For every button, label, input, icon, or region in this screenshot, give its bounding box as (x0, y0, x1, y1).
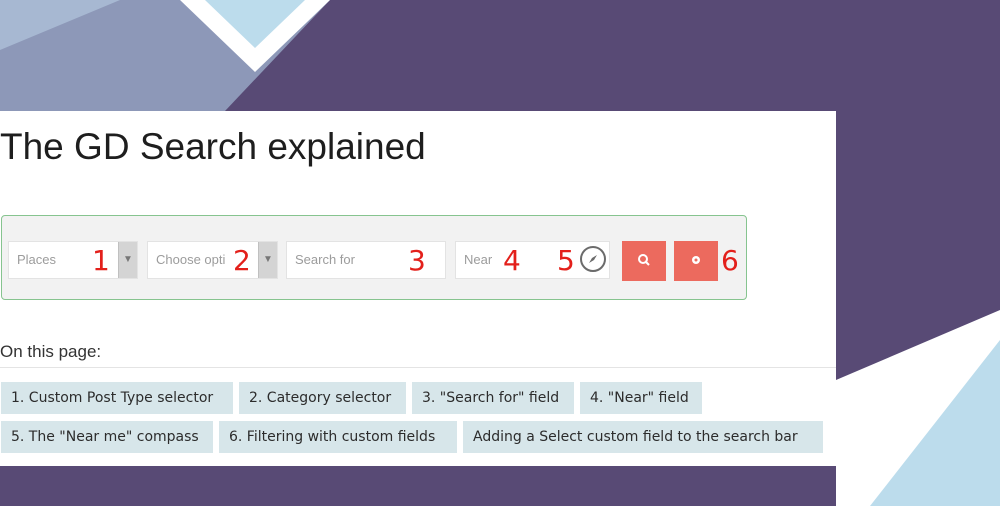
toc-link-custom-fields[interactable]: 6. Filtering with custom fields (219, 421, 457, 453)
category-value: Choose opti (156, 252, 226, 267)
toc-link-search-for[interactable]: 3. "Search for" field (412, 382, 574, 414)
toc-link-category[interactable]: 2. Category selector (239, 382, 406, 414)
annotation-6: 6 (721, 244, 739, 277)
toc-link-post-type[interactable]: 1. Custom Post Type selector (1, 382, 233, 414)
annotation-3: 3 (408, 244, 426, 277)
post-type-select[interactable]: Places ▼ (8, 241, 138, 279)
chevron-down-icon: ▼ (258, 242, 277, 278)
page-title: The GD Search explained (0, 126, 426, 167)
search-icon (638, 254, 650, 266)
annotation-5: 5 (557, 244, 575, 277)
near-placeholder: Near (464, 252, 493, 267)
search-for-placeholder: Search for (295, 252, 355, 267)
annotation-4: 4 (503, 244, 521, 277)
toc-link-select-field[interactable]: Adding a Select custom field to the sear… (463, 421, 823, 453)
category-select[interactable]: Choose opti ▼ (147, 241, 278, 279)
filter-button[interactable] (674, 241, 718, 281)
chevron-down-icon: ▼ (118, 242, 137, 278)
post-type-value: Places (17, 252, 57, 267)
on-this-page-heading: On this page: (0, 342, 102, 361)
annotation-2: 2 (233, 244, 251, 277)
toc-link-near[interactable]: 4. "Near" field (580, 382, 702, 414)
toc-link-compass[interactable]: 5. The "Near me" compass (1, 421, 213, 453)
gear-icon (692, 256, 700, 264)
compass-icon[interactable] (580, 246, 606, 272)
annotation-1: 1 (92, 244, 110, 277)
search-button[interactable] (622, 241, 666, 281)
divider (0, 367, 836, 368)
